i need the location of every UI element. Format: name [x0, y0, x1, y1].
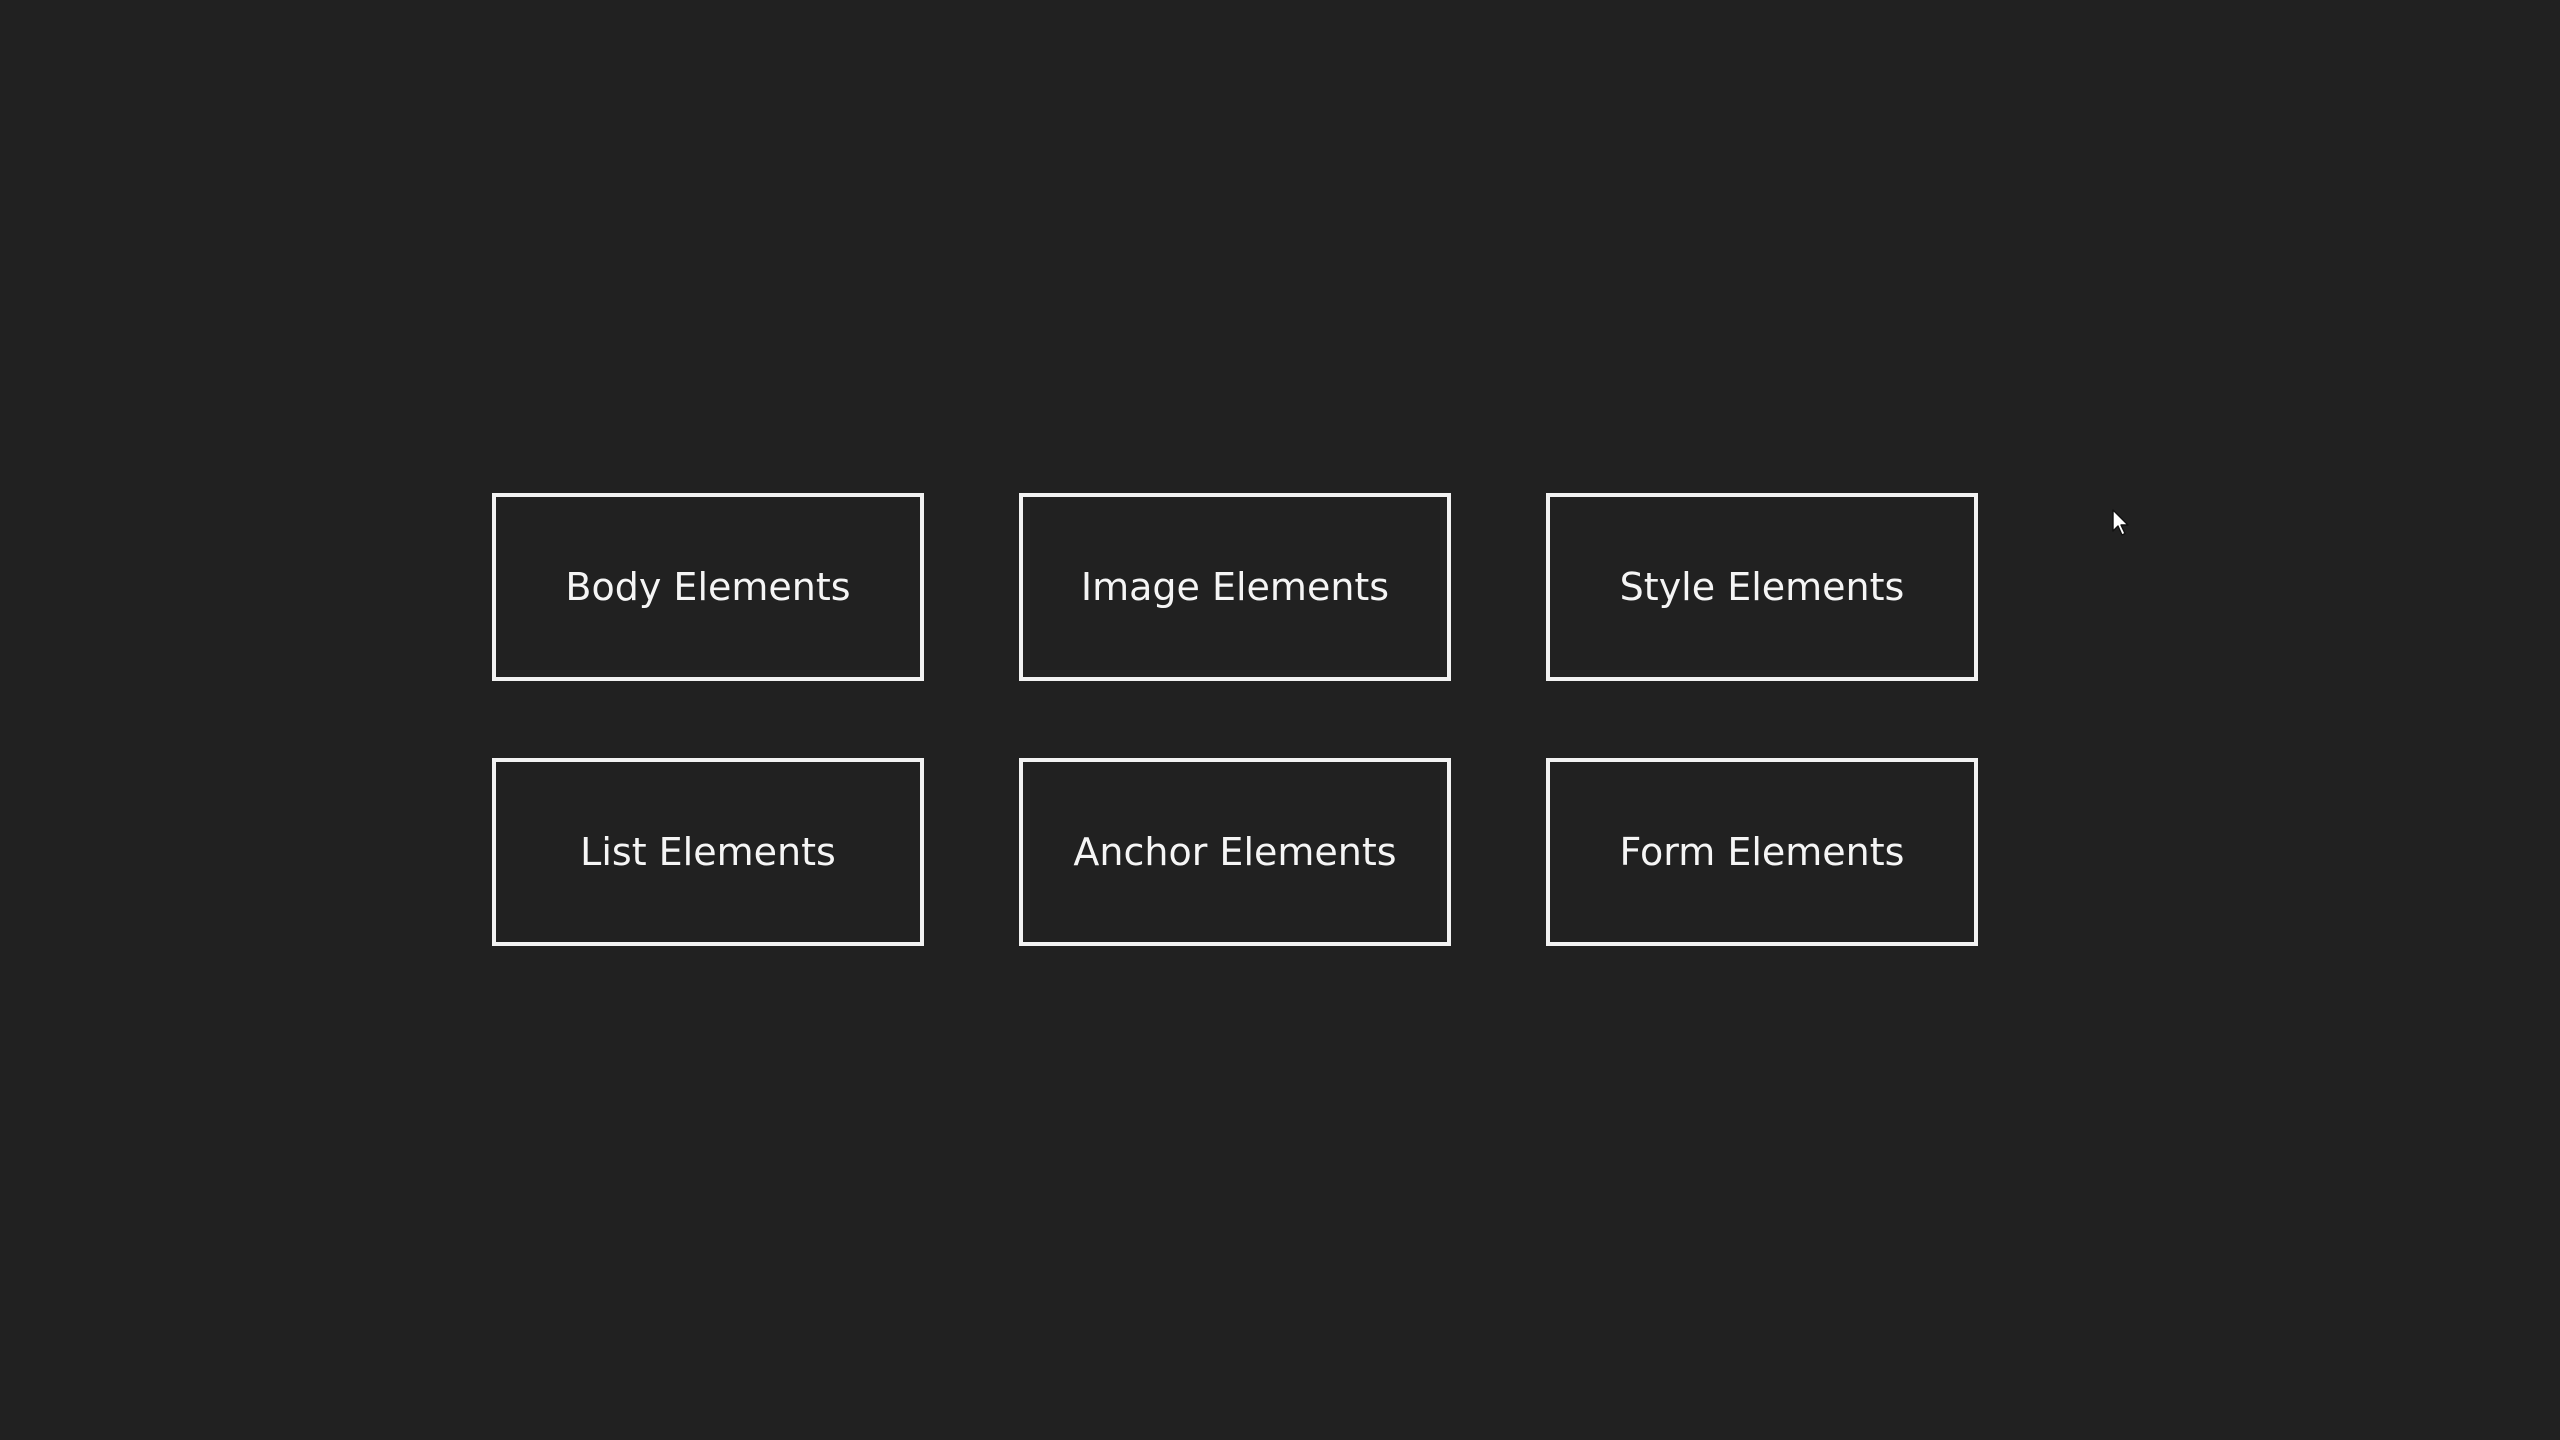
element-category-grid: Body Elements Image Elements Style Eleme… — [492, 493, 1978, 946]
form-elements-label: Form Elements — [1619, 830, 1905, 874]
style-elements-label: Style Elements — [1619, 565, 1905, 609]
anchor-elements-button[interactable]: Anchor Elements — [1019, 758, 1451, 946]
page-canvas: Body Elements Image Elements Style Eleme… — [0, 0, 2560, 1440]
style-elements-button[interactable]: Style Elements — [1546, 493, 1978, 681]
mouse-pointer-icon — [2112, 509, 2129, 536]
image-elements-button[interactable]: Image Elements — [1019, 493, 1451, 681]
form-elements-button[interactable]: Form Elements — [1546, 758, 1978, 946]
image-elements-label: Image Elements — [1080, 565, 1390, 609]
list-elements-label: List Elements — [580, 830, 836, 874]
body-elements-button[interactable]: Body Elements — [492, 493, 924, 681]
body-elements-label: Body Elements — [565, 565, 851, 609]
list-elements-button[interactable]: List Elements — [492, 758, 924, 946]
anchor-elements-label: Anchor Elements — [1073, 830, 1397, 874]
